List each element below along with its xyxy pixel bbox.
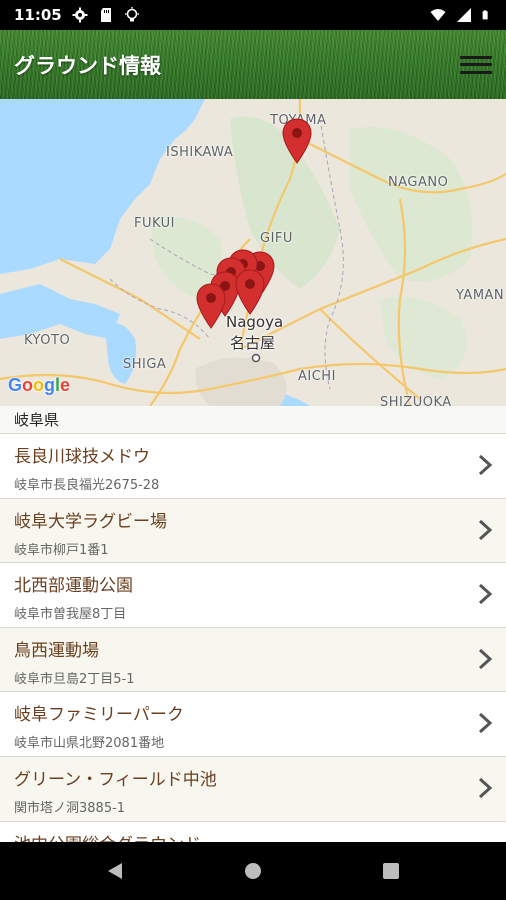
- ground-name: 長良川球技メドウ: [14, 447, 150, 467]
- list-item[interactable]: グリーン・フィールド中池 関市塔ノ洞3885-1: [0, 756, 506, 822]
- chevron-right-icon: [478, 713, 493, 734]
- bulb-icon: [124, 7, 139, 22]
- list-item[interactable]: 長良川球技メドウ 岐阜市長良福光2675-28: [0, 434, 506, 499]
- home-icon[interactable]: [239, 857, 267, 885]
- map-city-nagoya-ja: 名古屋: [230, 334, 276, 352]
- hamburger-menu-icon[interactable]: [460, 53, 492, 77]
- map-label-ishikawa: ISHIKAWA: [166, 145, 234, 160]
- list-item[interactable]: 池中公園総合グラウンド: [0, 822, 506, 842]
- map-marker-icon[interactable]: [235, 269, 265, 315]
- sd-card-icon: [100, 8, 111, 22]
- section-header-prefecture: 岐阜県: [0, 406, 506, 434]
- list-item[interactable]: 岐阜大学ラグビー場 岐阜市柳戸1番1: [0, 498, 506, 564]
- ground-name: グリーン・フィールド中池: [14, 769, 217, 790]
- wifi-icon: [430, 9, 446, 21]
- map-label-yamanashi: YAMAN: [456, 288, 505, 303]
- list-item[interactable]: 北西部運動公園 岐阜市曽我屋8丁目: [0, 563, 506, 628]
- map-label-aichi: AICHI: [298, 369, 336, 384]
- ground-address: 岐阜市柳戸1番1: [14, 542, 109, 558]
- status-bar: 11:05: [0, 0, 506, 30]
- chevron-right-icon: [478, 648, 493, 669]
- ground-address: 岐阜市長良福光2675-28: [14, 478, 160, 493]
- ground-address: 岐阜市山県北野2081番地: [14, 736, 165, 752]
- signal-icon: [457, 8, 471, 22]
- map-label-shiga: SHIGA: [123, 357, 167, 372]
- ground-name: 池中公園総合グラウンド: [14, 830, 201, 842]
- list-item[interactable]: 岐阜ファミリーパーク 岐阜市山県北野2081番地: [0, 692, 506, 757]
- status-time: 11:05: [14, 6, 62, 24]
- ground-name: 岐阜ファミリーパーク: [14, 705, 184, 726]
- map-marker-icon[interactable]: [282, 118, 312, 164]
- map-label-kyoto: KYOTO: [24, 333, 71, 348]
- settings-icon: [72, 7, 88, 23]
- ground-address: 岐阜市曽我屋8丁目: [14, 607, 127, 623]
- chevron-right-icon: [478, 519, 493, 540]
- chevron-right-icon: [478, 454, 493, 476]
- list-item[interactable]: 鳥西運動場 岐阜市旦島2丁目5-1: [0, 627, 506, 693]
- system-nav-bar: [0, 842, 506, 900]
- recents-icon[interactable]: [377, 857, 405, 885]
- ground-address: 関市塔ノ洞3885-1: [14, 800, 126, 816]
- chevron-right-icon: [478, 584, 493, 605]
- back-icon[interactable]: [101, 857, 129, 885]
- app-bar: グラウンド情報: [0, 30, 506, 99]
- battery-icon: [482, 10, 488, 20]
- ground-list[interactable]: 岐阜県 長良川球技メドウ 岐阜市長良福光2675-28 岐阜大学ラグビー場 岐阜…: [0, 406, 506, 842]
- ground-name: 北西部運動公園: [14, 576, 133, 597]
- ground-name: 鳥西運動場: [14, 640, 99, 661]
- map-view[interactable]: TOYAMA ISHIKAWA NAGANO FUKUI GIFU YAMAN …: [0, 99, 506, 406]
- ground-address: 岐阜市旦島2丁目5-1: [14, 671, 135, 687]
- map-marker-icon[interactable]: [196, 283, 226, 329]
- google-logo: Google: [8, 375, 71, 395]
- map-label-gifu: GIFU: [260, 231, 293, 246]
- ground-name: 岐阜大学ラグビー場: [14, 511, 167, 532]
- map-label-fukui: FUKUI: [134, 216, 176, 231]
- map-label-shizuoka: SHIZUOKA: [380, 395, 452, 406]
- city-dot-icon: [251, 353, 261, 363]
- page-title: グラウンド情報: [14, 53, 161, 78]
- chevron-right-icon: [478, 777, 493, 799]
- map-label-nagano: NAGANO: [388, 175, 449, 190]
